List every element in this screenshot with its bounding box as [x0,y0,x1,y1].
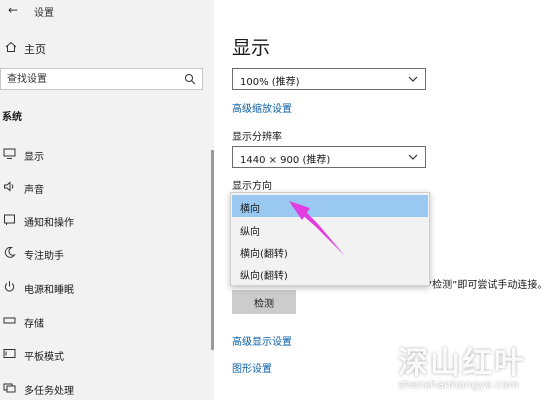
multitask-icon [3,383,16,393]
graphics-settings-link[interactable]: 图形设置 [232,360,272,375]
back-arrow-icon[interactable]: ← [8,3,22,17]
sidebar-item-label: 专注助手 [24,251,64,262]
resolution-label: 显示分辨率 [232,132,282,143]
sidebar-item-notifications[interactable]: 通知和操作 [0,209,210,231]
sidebar-item-label: 显示 [24,152,44,163]
sidebar-item-focus-assist[interactable]: 专注助手 [0,242,210,264]
option-label: 横向(翻转) [240,249,288,260]
storage-icon [3,317,16,324]
sidebar-item-label: 平板模式 [24,352,64,363]
sidebar-item-label: 电源和睡眠 [24,285,74,296]
sidebar-item-tablet-mode[interactable]: 平板模式 [0,343,210,365]
sidebar-item-label: 多任务处理 [24,386,74,397]
sidebar-item-sound[interactable]: 声音 [0,176,210,198]
watermark-logo: 深山红叶 [398,346,526,381]
section-label: 系统 [2,112,22,123]
resolution-value: 1440 × 900 (推荐) [240,155,331,166]
option-label: 横向 [240,204,260,215]
sidebar-item-label: 通知和操作 [24,218,74,229]
option-label: 纵向 [240,227,260,238]
tablet-icon [3,349,16,358]
orientation-dropdown-list: 横向 纵向 横向(翻转) 纵向(翻转) [230,192,430,286]
orientation-option-landscape[interactable]: 横向 [232,195,428,217]
chevron-down-icon [408,76,418,82]
resolution-dropdown[interactable]: 1440 × 900 (推荐) [232,146,426,168]
advanced-display-link[interactable]: 高级显示设置 [232,333,292,348]
advanced-scaling-link[interactable]: 高级缩放设置 [232,100,292,115]
window-title: 设置 [34,8,54,19]
orientation-option-landscape-flipped[interactable]: 横向(翻转) [232,240,428,262]
page-title: 显示 [232,37,271,59]
orientation-option-portrait-flipped[interactable]: 纵向(翻转) [232,262,428,284]
home-icon [5,41,17,52]
search-input[interactable] [7,72,177,86]
sidebar-item-label: 主页 [24,43,46,56]
sidebar-item-power-sleep[interactable]: 电源和睡眠 [0,276,210,298]
detect-hint-text: “检测”即可尝试手动连接。 [427,280,548,291]
power-icon [4,281,15,292]
option-label: 纵向(翻转) [240,271,288,282]
moon-icon [4,246,16,258]
notification-icon [4,214,15,225]
chevron-down-icon [408,154,418,160]
speaker-icon [4,181,14,192]
scale-value: 100% (推荐) [240,77,300,88]
scale-dropdown[interactable]: 100% (推荐) [232,68,426,90]
watermark-url: shenshanhongye.com [398,378,519,391]
search-box[interactable] [0,68,203,90]
sidebar: ← 设置 主页 系统 显示 声音 通知和操作 [0,0,214,400]
orientation-option-portrait[interactable]: 纵向 [232,218,428,240]
title-bar: ← 设置 [0,0,214,22]
sidebar-item-multitasking[interactable]: 多任务处理 [0,377,210,399]
sidebar-item-label: 存储 [24,319,44,330]
sidebar-item-home[interactable]: 主页 [0,38,214,58]
sidebar-item-storage[interactable]: 存储 [0,310,210,332]
detect-button[interactable]: 检测 [232,290,296,314]
search-icon[interactable] [184,73,196,85]
orientation-label: 显示方向 [232,181,272,192]
sidebar-item-display[interactable]: 显示 [0,143,210,165]
monitor-icon [3,148,16,159]
sidebar-item-label: 声音 [24,185,44,196]
